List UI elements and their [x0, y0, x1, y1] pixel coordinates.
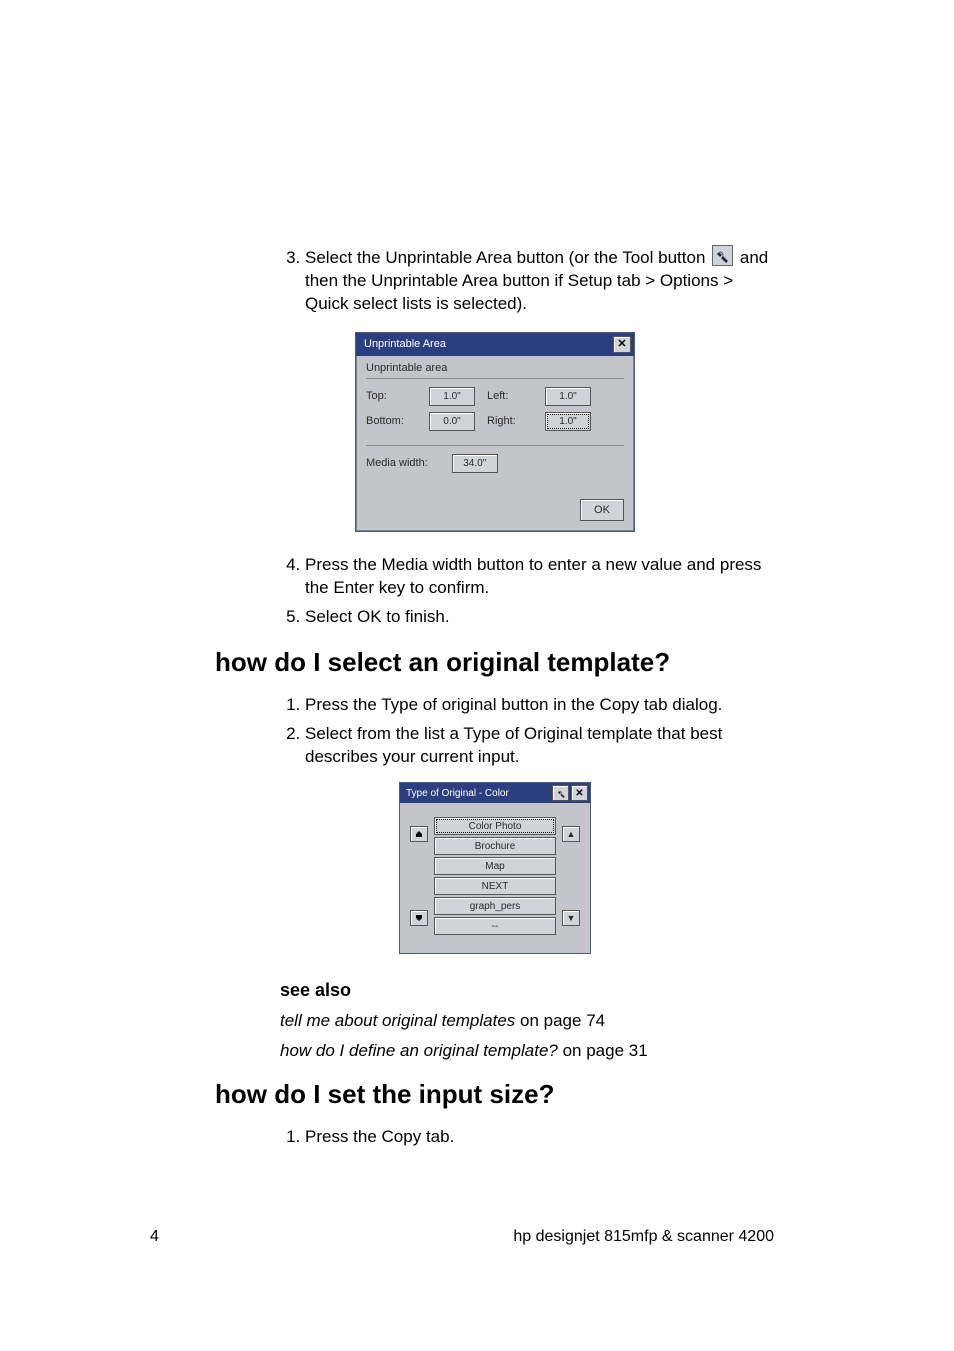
see-also-line-1: tell me about original templates on page… — [280, 1011, 775, 1031]
page-footer: 4 hp designjet 815mfp & scanner 4200 — [150, 1228, 774, 1246]
left-label: Left: — [487, 390, 537, 402]
media-width-row: Media width: 34.0" — [366, 454, 624, 473]
right-value-button[interactable]: 1.0" — [545, 412, 591, 431]
close-icon[interactable]: ✕ — [613, 336, 631, 353]
unprintable-area-dialog-wrap: Unprintable Area ✕ Unprintable area Top:… — [215, 332, 775, 532]
top-label: Top: — [366, 390, 421, 402]
step-3: Select the Unprintable Area button (or t… — [305, 245, 775, 316]
list-item[interactable]: Color Photo — [434, 817, 556, 835]
steps-list-4: Press the Copy tab. — [215, 1126, 775, 1149]
see-also-heading: see also — [280, 980, 775, 1001]
type-of-original-dialog-wrap: Type of Original - Color ✕ — [215, 782, 775, 954]
h1-step-2: Select from the list a Type of Original … — [305, 723, 775, 769]
see-also-2-rest: on page 31 — [558, 1041, 648, 1060]
dialog2-title: Type of Original - Color — [406, 788, 509, 799]
type-of-original-dialog: Type of Original - Color ✕ — [399, 782, 591, 954]
step-4: Press the Media width button to enter a … — [305, 554, 775, 600]
line-up-icon[interactable]: ▲ — [562, 826, 580, 842]
step-5: Select OK to finish. — [305, 606, 775, 629]
line-scroll-col: ▲ ▼ — [560, 826, 582, 926]
unprintable-area-dialog: Unprintable Area ✕ Unprintable area Top:… — [355, 332, 635, 532]
page-down-icon[interactable] — [410, 910, 428, 926]
left-value-button[interactable]: 1.0" — [545, 387, 591, 406]
see-also-1-rest: on page 74 — [515, 1011, 605, 1030]
dialog-body: Unprintable area Top: 1.0" Left: 1.0" Bo… — [356, 356, 634, 531]
ok-row: OK — [366, 499, 624, 521]
group-label: Unprintable area — [366, 362, 624, 374]
dialog2-title-buttons: ✕ — [552, 785, 588, 801]
page-scroll-col — [408, 826, 430, 926]
margins-grid: Top: 1.0" Left: 1.0" Bottom: 0.0" Right:… — [366, 387, 624, 431]
divider-2 — [366, 445, 624, 446]
list-item[interactable]: NEXT — [434, 877, 556, 895]
steps-list-3: Press the Type of original button in the… — [215, 694, 775, 769]
close-icon[interactable]: ✕ — [571, 785, 588, 801]
right-label: Right: — [487, 415, 537, 427]
h2-step-1: Press the Copy tab. — [305, 1126, 775, 1149]
footer-text: hp designjet 815mfp & scanner 4200 — [513, 1228, 774, 1246]
page-number: 4 — [150, 1228, 159, 1246]
list-item[interactable]: graph_pers — [434, 897, 556, 915]
content-column: Select the Unprintable Area button (or t… — [215, 245, 775, 1149]
h1-step-1: Press the Type of original button in the… — [305, 694, 775, 717]
list-item[interactable]: Map — [434, 857, 556, 875]
list-item[interactable]: Brochure — [434, 837, 556, 855]
top-value-button[interactable]: 1.0" — [429, 387, 475, 406]
media-width-button[interactable]: 34.0" — [452, 454, 498, 473]
list-item[interactable]: -- — [434, 917, 556, 935]
bottom-label: Bottom: — [366, 415, 421, 427]
dialog2-titlebar: Type of Original - Color ✕ — [400, 783, 590, 803]
see-also-2-italic: how do I define an original template? — [280, 1041, 558, 1060]
ok-button[interactable]: OK — [580, 499, 624, 521]
tool-icon[interactable] — [552, 785, 569, 801]
line-down-icon[interactable]: ▼ — [562, 910, 580, 926]
tool-icon — [712, 245, 733, 266]
media-width-label: Media width: — [366, 457, 428, 469]
see-also-1-italic: tell me about original templates — [280, 1011, 515, 1030]
dialog-title: Unprintable Area — [364, 338, 446, 350]
divider — [366, 378, 624, 379]
heading-select-template: how do I select an original template? — [215, 647, 775, 678]
dialog2-body: Color Photo Brochure Map NEXT graph_pers… — [400, 803, 590, 953]
heading-input-size: how do I set the input size? — [215, 1079, 775, 1110]
step-3-pre: Select the Unprintable Area button (or t… — [305, 248, 710, 267]
template-list: Color Photo Brochure Map NEXT graph_pers… — [430, 817, 560, 935]
page-up-icon[interactable] — [410, 826, 428, 842]
steps-list-2: Press the Media width button to enter a … — [215, 554, 775, 629]
bottom-value-button[interactable]: 0.0" — [429, 412, 475, 431]
see-also-line-2: how do I define an original template? on… — [280, 1041, 775, 1061]
steps-list-1: Select the Unprintable Area button (or t… — [215, 245, 775, 316]
page: Select the Unprintable Area button (or t… — [0, 0, 954, 1351]
dialog-titlebar: Unprintable Area ✕ — [356, 333, 634, 356]
